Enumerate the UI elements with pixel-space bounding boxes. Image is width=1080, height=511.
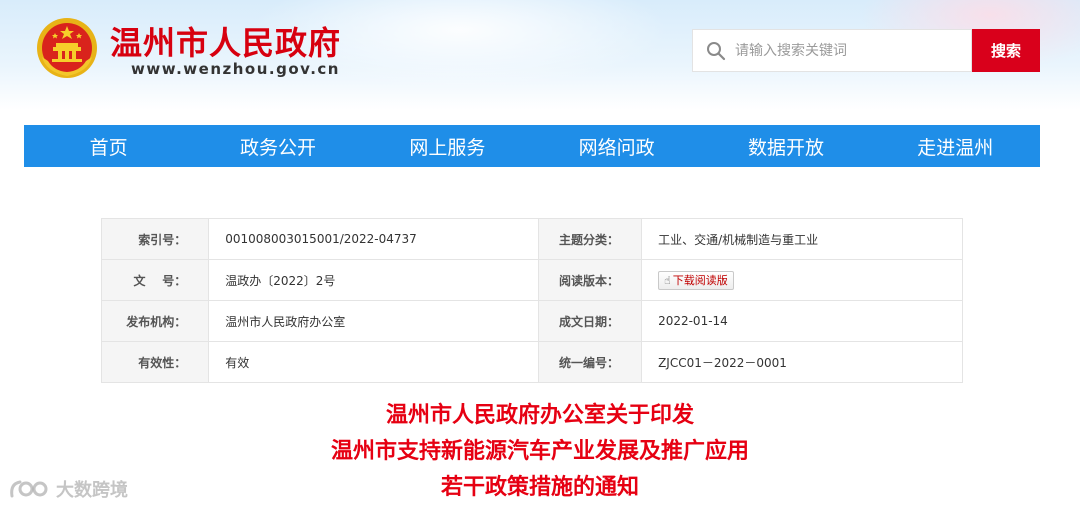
download-reading-version-button[interactable]: ☝ 下载阅读版	[658, 270, 734, 290]
document-title-line-3: 若干政策措施的通知	[440, 475, 639, 500]
issuer-value: 温州市人民政府办公室	[208, 300, 540, 342]
document-title-line-2: 温州市支持新能源汽车产业发展及推广应用	[330, 439, 749, 464]
index-value: 001008003015001/2022-04737	[208, 218, 540, 260]
national-emblem-icon[interactable]	[36, 17, 98, 79]
main-nav: 首页 政务公开 网上服务 网络问政 数据开放 走进温州	[24, 125, 1040, 167]
index-label: 索引号：	[100, 218, 210, 260]
search-button[interactable]: 搜索	[972, 29, 1040, 72]
date-value: 2022-01-14	[641, 300, 963, 342]
hand-pointer-icon: ☝	[664, 273, 671, 287]
table-row: 发布机构： 温州市人民政府办公室 成文日期： 2022-01-14	[100, 300, 963, 342]
site-title[interactable]: 温州市人民政府	[110, 18, 341, 64]
reading-version-cell: ☝ 下载阅读版	[641, 259, 963, 301]
validity-value: 有效	[208, 341, 540, 383]
reading-version-label: 阅读版本：	[538, 259, 643, 301]
topic-value: 工业、交通/机械制造与重工业	[641, 218, 963, 260]
document-title: 温州市人民政府办公室关于印发 温州市支持新能源汽车产业发展及推广应用 若干政策措…	[0, 398, 1080, 506]
doc-number-label: 文 号：	[100, 259, 210, 301]
table-row: 文 号： 温政办〔2022〕2号 阅读版本： ☝ 下载阅读版	[100, 259, 963, 301]
doc-number-value: 温政办〔2022〕2号	[208, 259, 540, 301]
issuer-label: 发布机构：	[100, 300, 210, 342]
table-row: 有效性： 有效 统一编号： ZJCC01－2022－0001	[100, 341, 963, 383]
serial-value: ZJCC01－2022－0001	[641, 341, 963, 383]
search-box	[692, 29, 972, 72]
nav-item-online-inquiry[interactable]: 网络问政	[532, 125, 701, 167]
watermark: 大数跨境	[8, 476, 128, 502]
document-metadata-table: 索引号： 001008003015001/2022-04737 主题分类： 工业…	[100, 218, 963, 383]
nav-item-government-affairs[interactable]: 政务公开	[193, 125, 362, 167]
topic-label: 主题分类：	[538, 218, 643, 260]
table-row: 索引号： 001008003015001/2022-04737 主题分类： 工业…	[100, 218, 963, 260]
nav-item-about-wenzhou[interactable]: 走进温州	[871, 125, 1040, 167]
document-title-line-1: 温州市人民政府办公室关于印发	[385, 403, 694, 428]
nav-item-open-data[interactable]: 数据开放	[701, 125, 870, 167]
site-domain: www.wenzhou.gov.cn	[131, 60, 340, 78]
search-input[interactable]	[735, 30, 965, 71]
serial-label: 统一编号：	[538, 341, 643, 383]
date-label: 成文日期：	[538, 300, 643, 342]
watermark-logo-icon	[10, 480, 48, 498]
nav-item-home[interactable]: 首页	[24, 125, 193, 167]
download-reading-version-label: 下载阅读版	[672, 274, 728, 287]
site-header: 温州市人民政府 www.wenzhou.gov.cn 搜索	[0, 0, 1080, 110]
validity-label: 有效性：	[100, 341, 210, 383]
search-icon	[707, 42, 726, 61]
watermark-text: 大数跨境	[56, 480, 128, 501]
nav-item-online-services[interactable]: 网上服务	[363, 125, 532, 167]
